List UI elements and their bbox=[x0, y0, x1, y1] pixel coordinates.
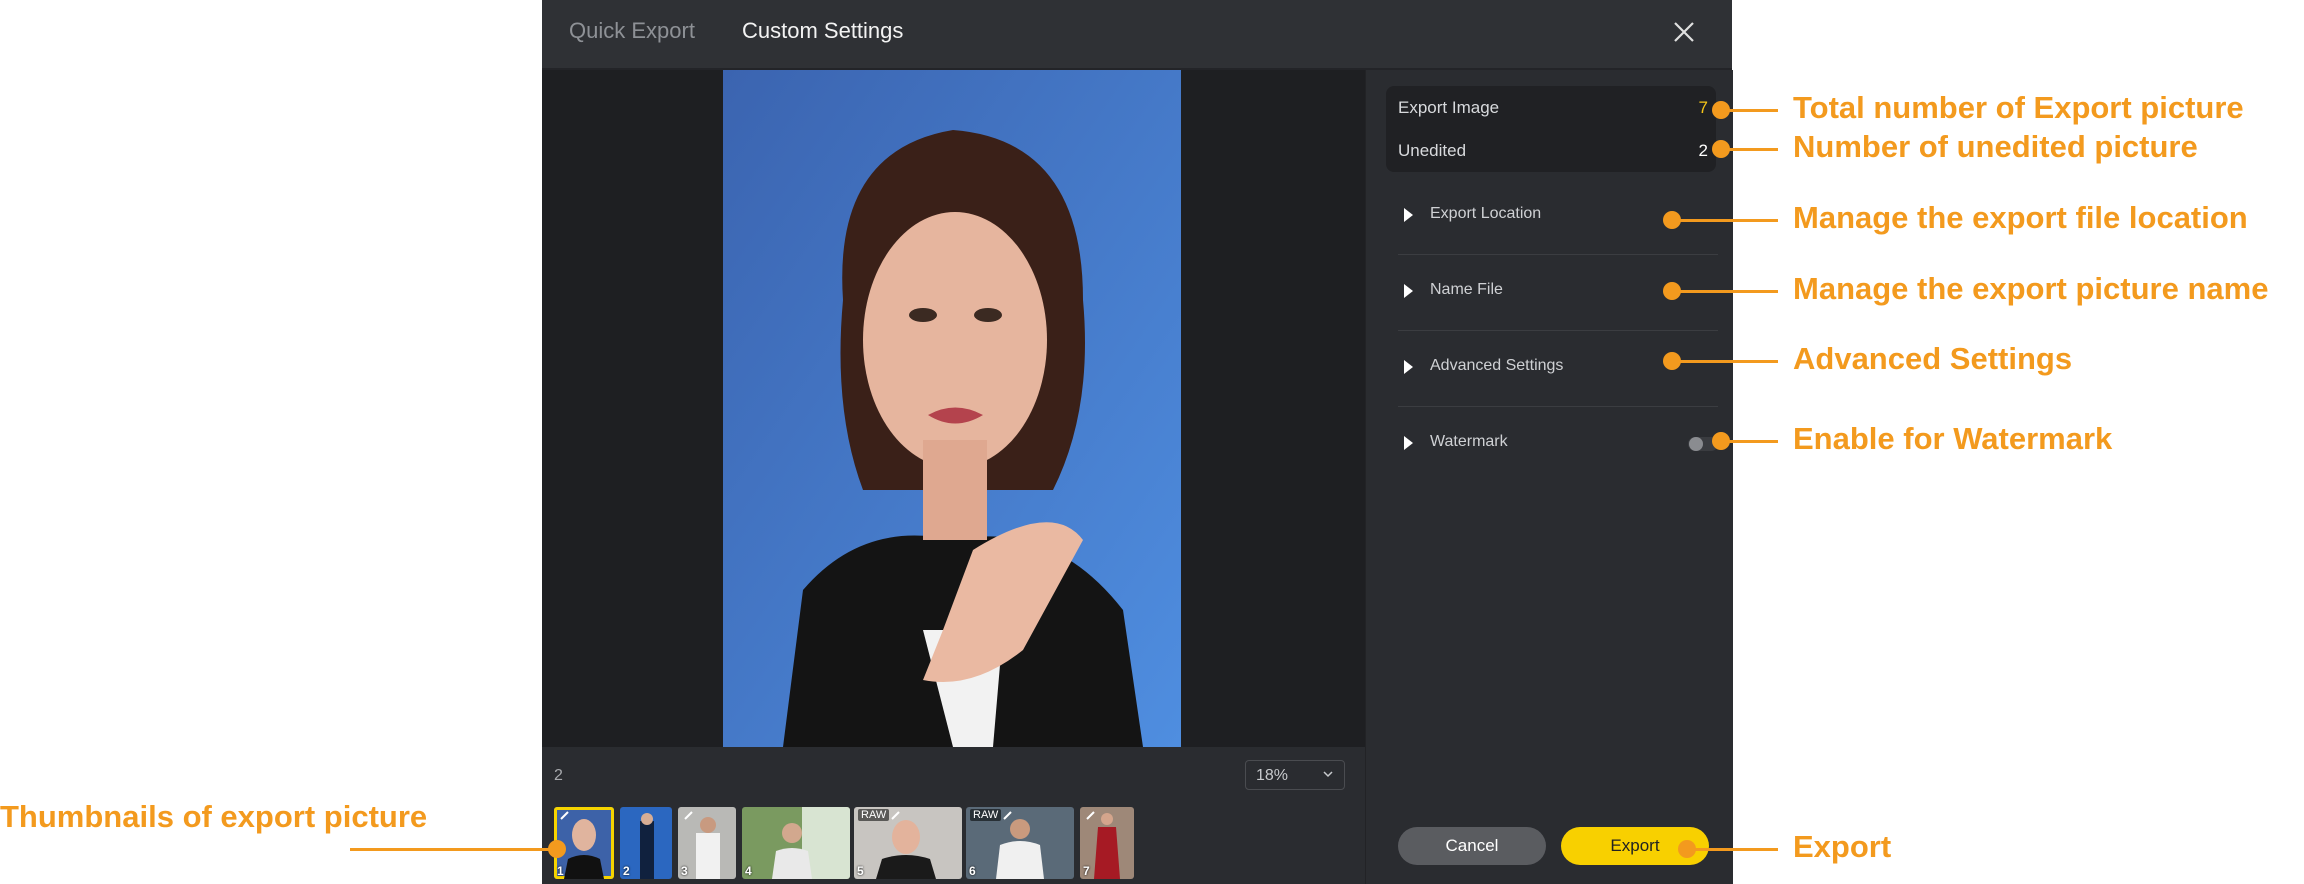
annotation-watermark: Enable for Watermark bbox=[1793, 421, 2113, 456]
stat-export-image: Export Image 7 bbox=[1398, 98, 1708, 118]
callout-line bbox=[1673, 219, 1778, 222]
annotation-thumbnails: Thumbnails of export picture bbox=[0, 799, 428, 834]
annotation-advanced: Advanced Settings bbox=[1793, 341, 2073, 376]
stat-label: Unedited bbox=[1398, 141, 1467, 160]
edited-icon bbox=[1086, 811, 1095, 820]
section-label: Name File bbox=[1430, 281, 1503, 298]
thumbnail-number: 5 bbox=[857, 864, 864, 878]
chevron-down-icon bbox=[1323, 771, 1333, 778]
annotation-export: Export bbox=[1793, 829, 1892, 864]
raw-badge: RAW bbox=[858, 809, 890, 821]
edited-icon bbox=[891, 811, 900, 820]
cancel-button[interactable]: Cancel bbox=[1398, 827, 1546, 865]
callout-dot bbox=[548, 840, 566, 858]
section-label: Watermark bbox=[1430, 433, 1508, 450]
callout-line bbox=[1688, 848, 1778, 851]
thumbnail-bar: 2 18% 1 2 3 4 RAW 5 RAW 6 7 bbox=[542, 747, 1365, 884]
thumbnail-4[interactable]: 4 bbox=[742, 807, 850, 879]
thumbnail-number: 3 bbox=[681, 864, 688, 878]
annotation-location: Manage the export file location bbox=[1793, 200, 2248, 235]
section-watermark[interactable]: Watermark bbox=[1398, 406, 1718, 482]
tab-custom-settings[interactable]: Custom Settings bbox=[742, 18, 903, 44]
callout-line bbox=[350, 848, 557, 851]
thumbnail-2[interactable]: 2 bbox=[620, 807, 672, 879]
thumbnail-number: 2 bbox=[623, 864, 630, 878]
close-icon[interactable] bbox=[1672, 20, 1696, 44]
callout-line bbox=[1673, 360, 1778, 363]
callout-line bbox=[1722, 440, 1778, 443]
annotation-unedited: Number of unedited picture bbox=[1793, 129, 2198, 164]
export-stats: Export Image 7 Unedited 2 bbox=[1386, 86, 1716, 172]
preview-photo bbox=[723, 70, 1181, 747]
section-label: Export Location bbox=[1430, 205, 1542, 222]
edited-icon bbox=[560, 811, 569, 820]
annotation-total-export: Total number of Export picture bbox=[1793, 90, 2244, 125]
thumbnail-7[interactable]: 7 bbox=[1080, 807, 1134, 879]
unedited-count: 2 bbox=[1698, 141, 1708, 160]
stat-unedited: Unedited 2 bbox=[1398, 141, 1708, 161]
thumbnail-5[interactable]: RAW 5 bbox=[854, 807, 962, 879]
expand-arrow-icon bbox=[1404, 436, 1413, 450]
toggle-knob bbox=[1689, 437, 1703, 451]
dialog-header: Quick Export Custom Settings bbox=[542, 0, 1732, 70]
thumbnail-number: 7 bbox=[1083, 864, 1090, 878]
expand-arrow-icon bbox=[1404, 208, 1413, 222]
edited-icon bbox=[1003, 811, 1012, 820]
tab-quick-export[interactable]: Quick Export bbox=[569, 18, 695, 44]
thumbnail-6[interactable]: RAW 6 bbox=[966, 807, 1074, 879]
export-image-count: 7 bbox=[1698, 98, 1708, 117]
export-dialog: Quick Export Custom Settings 2 18% 1 2 3… bbox=[542, 0, 1733, 884]
selected-count: 2 bbox=[554, 767, 563, 784]
expand-arrow-icon bbox=[1404, 284, 1413, 298]
thumbnail-number: 4 bbox=[745, 864, 752, 878]
annotation-name: Manage the export picture name bbox=[1793, 271, 2269, 306]
thumbnail-number: 6 bbox=[969, 864, 976, 878]
image-preview bbox=[542, 70, 1365, 747]
callout-line bbox=[1673, 290, 1778, 293]
expand-arrow-icon bbox=[1404, 360, 1413, 374]
settings-panel: Export Image 7 Unedited 2 Export Locatio… bbox=[1365, 70, 1733, 884]
section-label: Advanced Settings bbox=[1430, 357, 1564, 374]
zoom-value: 18% bbox=[1256, 767, 1289, 784]
thumbnail-number: 1 bbox=[557, 864, 564, 878]
thumbnail-image bbox=[772, 807, 850, 879]
stat-label: Export Image bbox=[1398, 98, 1500, 117]
callout-line bbox=[1722, 109, 1778, 112]
zoom-select[interactable]: 18% bbox=[1245, 760, 1345, 790]
callout-line bbox=[1722, 148, 1778, 151]
thumbnail-3[interactable]: 3 bbox=[678, 807, 736, 879]
edited-icon bbox=[684, 811, 693, 820]
raw-badge: RAW bbox=[970, 809, 1002, 821]
